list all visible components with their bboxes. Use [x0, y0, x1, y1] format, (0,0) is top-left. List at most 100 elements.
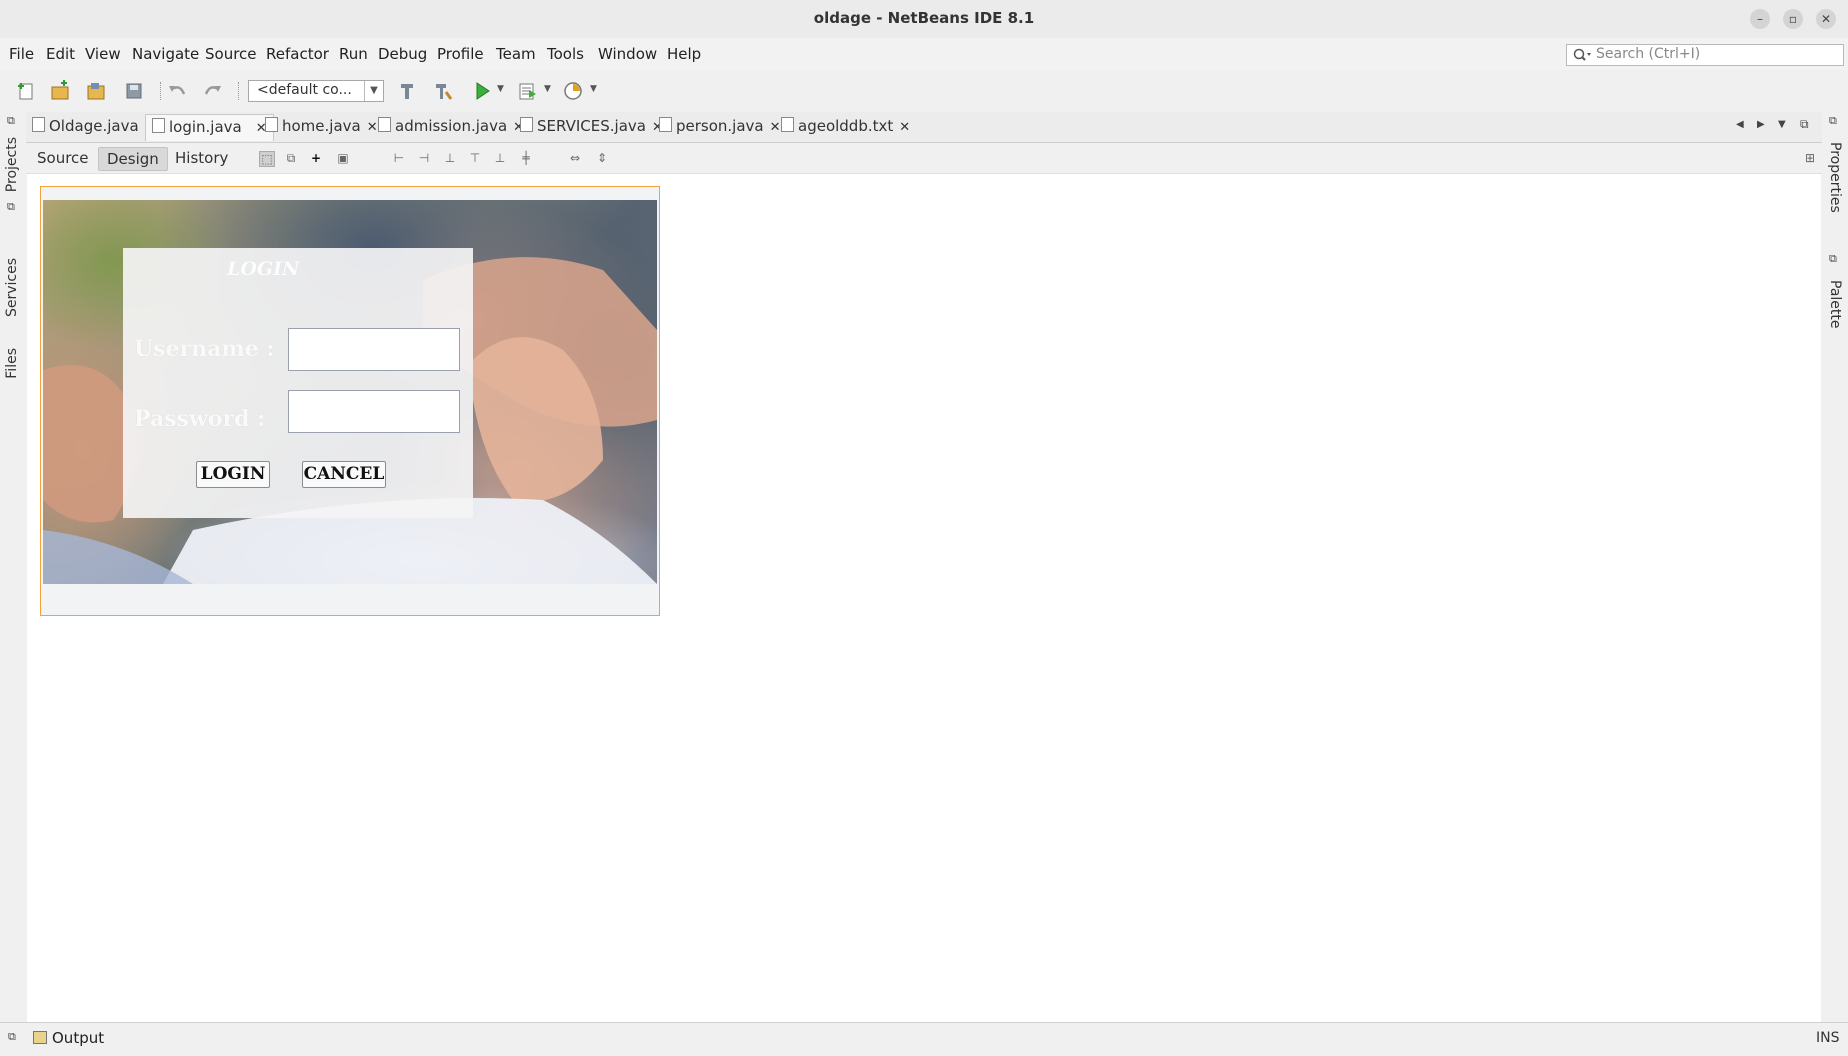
java-file-icon — [32, 117, 45, 132]
scroll-tabs-left-icon[interactable]: ◀ — [1736, 119, 1744, 130]
align-bottom-icon[interactable]: ⊥ — [493, 151, 507, 165]
tab-admission-java[interactable]: admission.java ✕ — [378, 117, 524, 141]
password-field[interactable] — [288, 390, 460, 433]
editor-tab-bar: Oldage.java✕ login.java✕ home.java✕ admi… — [26, 112, 1822, 143]
tab-oldage-java[interactable]: Oldage.java✕ — [32, 117, 156, 141]
selection-mode-icon[interactable]: ⬚ — [259, 151, 275, 167]
files-tab-label: Files — [4, 348, 20, 379]
design-view-button[interactable]: Design — [98, 147, 168, 171]
search-placeholder: Search (Ctrl+I) — [1596, 46, 1701, 62]
output-tab[interactable]: Output — [33, 1029, 104, 1047]
menu-refactor[interactable]: Refactor — [266, 45, 329, 63]
align-right-icon[interactable]: ⊣ — [417, 151, 431, 165]
menu-debug[interactable]: Debug — [378, 45, 427, 63]
redo-icon[interactable] — [202, 80, 224, 102]
restore-window-icon[interactable]: ⧉ — [1800, 117, 1809, 132]
undo-icon[interactable] — [166, 80, 188, 102]
tab-home-java[interactable]: home.java ✕ — [265, 117, 378, 141]
menu-window[interactable]: Window — [598, 45, 657, 63]
maximize-button[interactable]: ▫ — [1783, 9, 1803, 29]
preview-window-icon[interactable]: ▣ — [336, 151, 350, 165]
editor-toolbar: Source Design History ⬚ ⧉ + ▣ ⊢ ⊣ ⊥ ⊤ ⊥ … — [26, 143, 1822, 174]
tab-label: ageolddb.txt — [798, 117, 894, 135]
restore-group-icon[interactable]: ⧉ — [7, 114, 15, 128]
menu-run[interactable]: Run — [339, 45, 368, 63]
restore-group-icon[interactable]: ⧉ — [1829, 252, 1837, 266]
open-project-icon[interactable] — [85, 80, 107, 102]
menu-file[interactable]: File — [9, 45, 34, 63]
menu-edit[interactable]: Edit — [46, 45, 75, 63]
text-file-icon — [781, 117, 794, 132]
java-file-icon — [152, 118, 165, 133]
preview-design-icon[interactable]: + — [309, 151, 323, 165]
clean-build-icon[interactable] — [432, 80, 454, 102]
scroll-tabs-right-icon[interactable]: ▶ — [1757, 119, 1765, 130]
cancel-button[interactable]: CANCEL — [302, 461, 386, 488]
align-left-icon[interactable]: ⊢ — [392, 151, 406, 165]
restore-group-icon[interactable]: ⧉ — [7, 200, 15, 214]
projects-tab-label: Projects — [4, 137, 20, 193]
properties-tab[interactable]: Properties — [1827, 142, 1843, 213]
projects-tab[interactable]: Projects — [4, 137, 20, 192]
login-button[interactable]: LOGIN — [196, 461, 270, 488]
tab-login-java[interactable]: login.java ✕ — [145, 114, 274, 141]
restore-group-icon[interactable]: ⧉ — [1829, 114, 1837, 128]
left-side-panel-strip: ⧉ Projects ⧉ Services Files — [0, 112, 26, 1022]
toggle-guides-icon[interactable]: ⊞ — [1803, 151, 1817, 165]
properties-tab-label: Properties — [1827, 142, 1843, 213]
center-vertically-icon[interactable]: ╪ — [519, 151, 533, 165]
show-opened-documents-icon[interactable]: ▼ — [1778, 119, 1786, 130]
java-file-icon — [265, 117, 278, 132]
tab-label: person.java — [676, 117, 764, 135]
services-tab-label: Services — [4, 258, 20, 318]
close-tab-icon[interactable]: ✕ — [899, 120, 910, 135]
close-tab-icon[interactable]: ✕ — [367, 120, 378, 135]
configuration-select[interactable]: <default co... ▼ — [248, 80, 384, 102]
profile-dropdown-icon[interactable]: ▼ — [590, 84, 597, 94]
menu-navigate[interactable]: Navigate — [132, 45, 199, 63]
menu-view[interactable]: View — [85, 45, 121, 63]
close-tab-icon[interactable]: ✕ — [770, 120, 781, 135]
right-side-panel-strip: ⧉ Properties ⧉ Palette — [1822, 112, 1848, 1022]
new-project-icon[interactable] — [49, 80, 71, 102]
debug-dropdown-icon[interactable]: ▼ — [544, 84, 551, 94]
resize-vertically-icon[interactable]: ⇕ — [595, 151, 609, 165]
profile-icon[interactable] — [562, 80, 584, 102]
history-view-button[interactable]: History — [167, 147, 236, 169]
center-horizontally-icon[interactable]: ⊥ — [443, 151, 457, 165]
minimize-button[interactable]: – — [1750, 9, 1770, 29]
menu-help[interactable]: Help — [667, 45, 701, 63]
run-icon[interactable] — [472, 80, 494, 102]
tab-ageolddb-txt[interactable]: ageolddb.txt ✕ — [781, 117, 910, 141]
tab-services-java[interactable]: SERVICES.java ✕ — [520, 117, 663, 141]
menu-team[interactable]: Team — [496, 45, 536, 63]
new-file-icon[interactable] — [15, 80, 37, 102]
toolbar-separator — [238, 82, 240, 100]
tab-label: login.java — [169, 118, 242, 136]
debug-icon[interactable] — [516, 80, 538, 102]
restore-group-icon[interactable]: ⧉ — [8, 1030, 16, 1044]
insert-mode-indicator: INS — [1816, 1030, 1840, 1046]
tab-person-java[interactable]: person.java ✕ — [659, 117, 781, 141]
build-icon[interactable] — [396, 80, 418, 102]
palette-tab[interactable]: Palette — [1827, 280, 1843, 329]
files-tab[interactable]: Files — [4, 348, 20, 379]
run-dropdown-icon[interactable]: ▼ — [497, 84, 504, 94]
resize-horizontally-icon[interactable]: ⇔ — [568, 151, 582, 165]
title-bar: oldage - NetBeans IDE 8.1 – ▫ ✕ — [0, 0, 1848, 39]
toolbar-separator — [160, 82, 162, 100]
save-all-icon[interactable] — [123, 80, 145, 102]
chevron-down-icon: ▼ — [364, 81, 383, 101]
connection-mode-icon[interactable]: ⧉ — [284, 151, 298, 165]
close-window-button[interactable]: ✕ — [1816, 9, 1836, 29]
tab-label: Oldage.java — [49, 117, 139, 135]
services-tab[interactable]: Services — [4, 258, 20, 317]
login-panel — [123, 248, 473, 518]
source-view-button[interactable]: Source — [29, 147, 97, 169]
menu-profile[interactable]: Profile — [437, 45, 484, 63]
username-field[interactable] — [288, 328, 460, 371]
search-input[interactable]: Search (Ctrl+I) — [1566, 44, 1844, 66]
menu-source[interactable]: Source — [205, 45, 257, 63]
menu-tools[interactable]: Tools — [547, 45, 584, 63]
align-top-icon[interactable]: ⊤ — [468, 151, 482, 165]
